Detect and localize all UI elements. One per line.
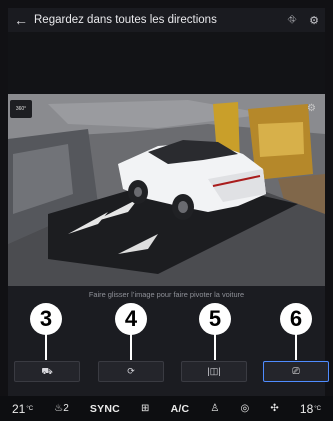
camera-view-icon: ⎚ [292,366,300,376]
driver-temp[interactable]: 21 °C [12,402,33,416]
surround-view-scene [8,94,325,286]
top-bar: ← Regardez dans toutes les directions ⛗ … [8,8,325,32]
camera-360-view[interactable] [8,94,325,286]
side-view-icon: |◫| [207,366,221,376]
callout-6: 6 [280,303,312,335]
fan-icon[interactable]: ✣ [270,403,278,414]
rear-view-button[interactable]: ⟳ [98,361,164,382]
callout-6-stem [295,334,297,360]
callout-5: 5 [199,303,231,335]
callout-4: 4 [115,303,147,335]
seat-icon[interactable]: ♙ [210,403,219,414]
blank-area [8,32,325,94]
seat-heat[interactable]: ♨ 2 [54,403,69,414]
passenger-temp[interactable]: 18 °C [300,402,321,416]
seat-heat-icon: ♨ [54,403,64,414]
front-view-button[interactable]: ⛟ [14,361,80,382]
view-360-badge[interactable]: 360° [10,100,32,118]
camera-view-button[interactable]: ⎚ [263,361,329,382]
sync-button[interactable]: SYNC [90,403,120,415]
climate-bar: 21 °C ♨ 2 SYNC ⊞ A/C ♙ ◎ ✣ 18 °C [0,396,333,421]
back-arrow-icon[interactable]: ← [8,12,34,28]
rear-view-icon: ⟳ [127,366,135,376]
steering-heat-icon[interactable]: ◎ [241,403,250,414]
side-view-button[interactable]: |◫| [181,361,247,382]
camera-switch-icon[interactable]: ⛗ [281,14,303,27]
ac-button[interactable]: A/C [171,403,190,415]
callout-4-stem [130,334,132,360]
rear-defrost-icon[interactable]: ⊞ [141,403,149,414]
settings-icon[interactable]: ⚙ [303,14,325,27]
callout-3: 3 [30,303,62,335]
gear-icon[interactable]: ⚙ [307,103,316,114]
callout-3-stem [45,334,47,360]
callout-5-stem [214,334,216,360]
page-title: Regardez dans toutes les directions [34,14,217,26]
front-view-icon: ⛟ [41,365,53,376]
drag-hint: Faire glisser l’image pour faire pivoter… [88,290,245,299]
camera-screen: ← Regardez dans toutes les directions ⛗ … [0,0,333,421]
